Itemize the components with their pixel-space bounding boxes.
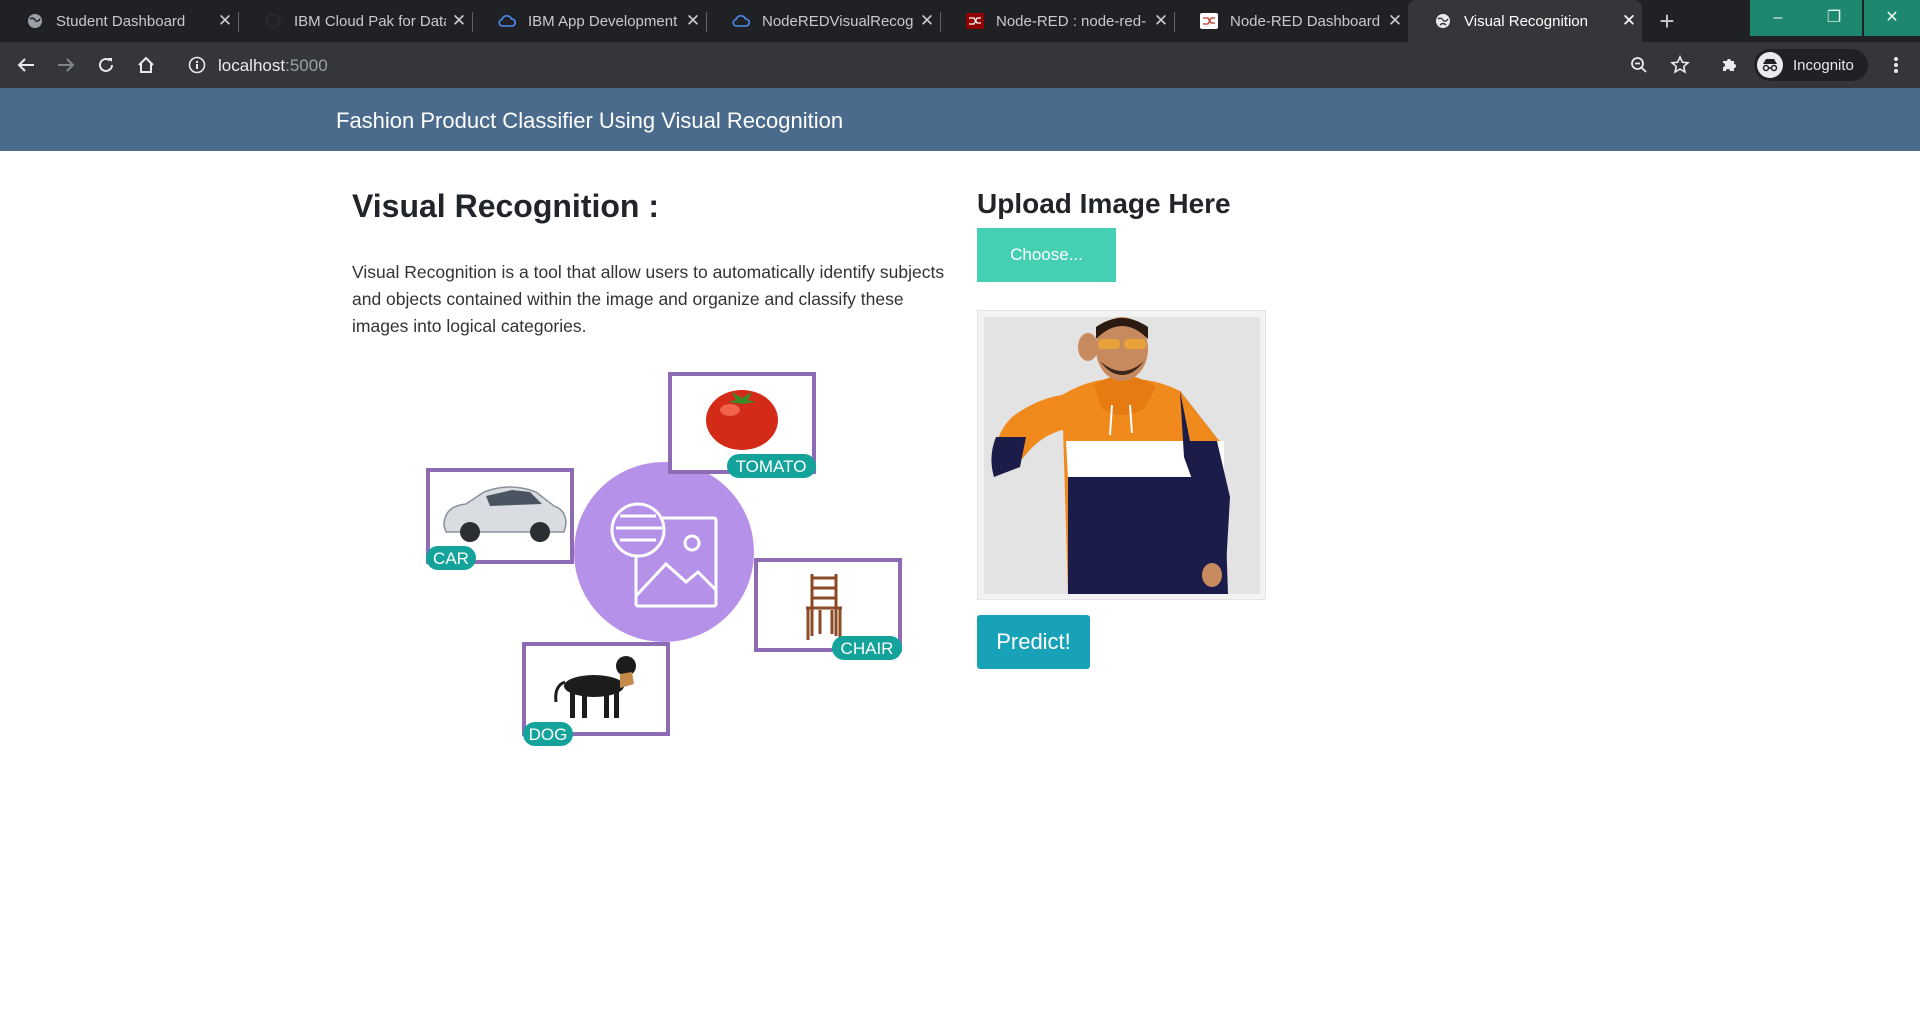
home-icon[interactable] xyxy=(134,53,158,77)
visual-recognition-heading: Visual Recognition : xyxy=(352,188,659,224)
dog-label: DOG xyxy=(529,725,568,744)
browser-tab-strip: Student Dashboard ✕ IBM Cloud Pak for Da… xyxy=(0,0,1920,42)
back-arrow-icon[interactable] xyxy=(14,53,38,77)
hoodie-photo xyxy=(984,317,1260,594)
close-tab-icon[interactable]: ✕ xyxy=(1148,11,1174,31)
dog-card: DOG xyxy=(522,642,670,746)
car-card: CAR xyxy=(426,468,574,570)
upload-heading: Upload Image Here xyxy=(977,188,1231,219)
close-tab-icon[interactable]: ✕ xyxy=(680,11,706,31)
illustration-svg: TOMATO CAR CHAIR DOG xyxy=(426,372,902,746)
close-tab-icon[interactable]: ✕ xyxy=(212,11,238,31)
tomato-card: TOMATO xyxy=(668,372,816,478)
image-preview xyxy=(977,310,1266,600)
close-tab-icon[interactable]: ✕ xyxy=(446,11,472,31)
page-navbar: Fashion Product Classifier Using Visual … xyxy=(0,88,1920,151)
tab-ibm-cloud-pak[interactable]: IBM Cloud Pak for Data ✕ xyxy=(238,0,473,42)
tab-student-dashboard[interactable]: Student Dashboard ✕ xyxy=(0,0,239,42)
chair-label: CHAIR xyxy=(841,639,894,658)
url-host: localhost xyxy=(218,56,286,75)
tab-node-red-dashboard[interactable]: Node-RED Dashboard ✕ xyxy=(1174,0,1408,42)
cloud-icon xyxy=(498,12,516,30)
tab-node-red[interactable]: Node-RED : node-red- ✕ xyxy=(940,0,1175,42)
visual-recognition-illustration: TOMATO CAR CHAIR DOG xyxy=(420,368,910,758)
close-tab-icon[interactable]: ✕ xyxy=(1616,11,1642,31)
predict-button[interactable]: Predict! xyxy=(977,615,1090,669)
address-bar[interactable]: localhost:5000 xyxy=(178,48,1650,82)
info-icon[interactable] xyxy=(188,56,206,74)
tab-visual-recognition[interactable]: Visual Recognition ✕ xyxy=(1408,0,1642,42)
tab-title: NodeREDVisualRecogn xyxy=(762,12,914,30)
tab-title: IBM Cloud Pak for Data xyxy=(294,12,446,30)
restore-button[interactable]: ❐ xyxy=(1806,0,1862,36)
node-red-icon xyxy=(966,12,984,30)
close-tab-icon[interactable]: ✕ xyxy=(1382,11,1408,31)
tab-title: Student Dashboard xyxy=(56,12,186,30)
globe-icon xyxy=(26,12,44,30)
browser-menu-icon[interactable] xyxy=(1886,53,1906,77)
new-tab-button[interactable]: + xyxy=(1652,6,1682,36)
incognito-profile-button[interactable]: Incognito xyxy=(1754,49,1868,81)
chair-card: CHAIR xyxy=(754,558,902,660)
tab-ibm-app-development[interactable]: IBM App Development ✕ xyxy=(472,0,707,42)
ibm-icon xyxy=(264,12,282,30)
url-port: :5000 xyxy=(285,56,328,75)
tab-nodered-visual-recognition[interactable]: NodeREDVisualRecogn ✕ xyxy=(706,0,941,42)
browser-toolbar: localhost:5000 Incognito xyxy=(0,42,1920,88)
tab-title: Visual Recognition xyxy=(1464,12,1588,30)
close-tab-icon[interactable]: ✕ xyxy=(914,11,940,31)
uploaded-image xyxy=(984,317,1260,594)
cloud-icon xyxy=(732,12,750,30)
minimize-button[interactable]: – xyxy=(1750,0,1806,36)
tab-title: Node-RED Dashboard xyxy=(1230,12,1381,30)
car-label: CAR xyxy=(433,549,469,568)
reload-icon[interactable] xyxy=(94,53,118,77)
incognito-label: Incognito xyxy=(1793,56,1854,74)
zoom-icon[interactable] xyxy=(1626,52,1652,78)
recognition-circle xyxy=(574,462,754,642)
tomato-label: TOMATO xyxy=(736,457,807,476)
close-window-button[interactable]: ✕ xyxy=(1864,0,1920,36)
bookmark-star-icon[interactable] xyxy=(1667,52,1693,78)
extensions-icon[interactable] xyxy=(1716,52,1742,78)
globe-icon xyxy=(1434,12,1452,30)
url-text: localhost:5000 xyxy=(218,56,328,76)
incognito-icon xyxy=(1757,52,1783,78)
tab-title: Node-RED : node-red- xyxy=(996,12,1147,30)
navbar-brand[interactable]: Fashion Product Classifier Using Visual … xyxy=(336,108,843,134)
forward-arrow-icon[interactable] xyxy=(54,53,78,77)
visual-recognition-description: Visual Recognition is a tool that allow … xyxy=(352,262,945,336)
tab-title: IBM App Development xyxy=(528,12,678,30)
choose-file-button[interactable]: Choose... xyxy=(977,228,1116,282)
node-red-icon xyxy=(1200,12,1218,30)
